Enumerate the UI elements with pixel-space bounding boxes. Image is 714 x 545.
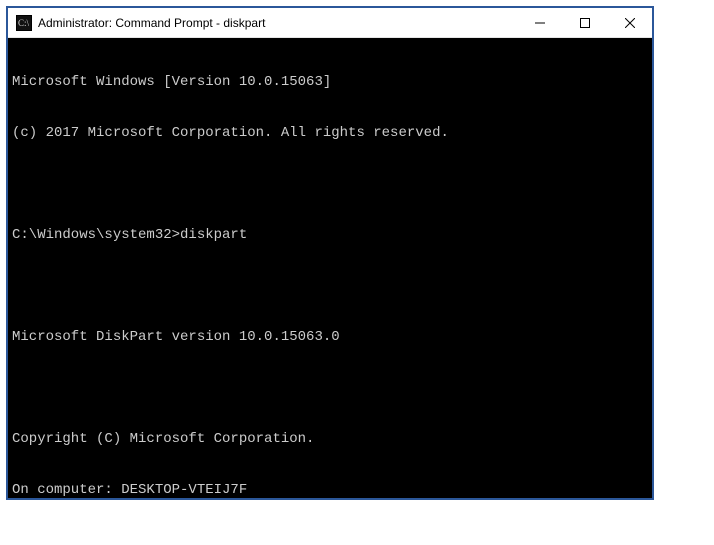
cmd-icon: C:\ [16, 15, 32, 31]
output-line: On computer: DESKTOP-VTEIJ7F [12, 482, 648, 498]
terminal-output[interactable]: Microsoft Windows [Version 10.0.15063] (… [8, 38, 652, 498]
output-line: Microsoft Windows [Version 10.0.15063] [12, 74, 648, 91]
close-button[interactable] [607, 8, 652, 37]
output-line: Microsoft DiskPart version 10.0.15063.0 [12, 329, 648, 346]
output-line: (c) 2017 Microsoft Corporation. All righ… [12, 125, 648, 142]
window-controls [517, 8, 652, 37]
output-line: Copyright (C) Microsoft Corporation. [12, 431, 648, 448]
maximize-button[interactable] [562, 8, 607, 37]
window-title: Administrator: Command Prompt - diskpart [38, 16, 517, 30]
svg-text:C:\: C:\ [18, 18, 30, 28]
command-prompt-window: C:\ Administrator: Command Prompt - disk… [6, 6, 654, 500]
titlebar[interactable]: C:\ Administrator: Command Prompt - disk… [8, 8, 652, 38]
output-line: C:\Windows\system32>diskpart [12, 227, 648, 244]
minimize-button[interactable] [517, 8, 562, 37]
